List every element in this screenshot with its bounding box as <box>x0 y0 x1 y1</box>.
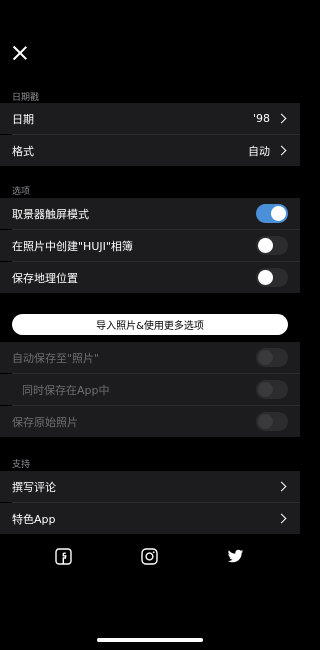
format-label: 格式 <box>12 144 34 158</box>
close-icon[interactable] <box>12 45 28 61</box>
also-save-app-row: 同时保存在App中 <box>0 374 300 405</box>
save-location-label: 保存地理位置 <box>12 271 78 285</box>
also-save-app-label: 同时保存在App中 <box>22 383 110 397</box>
chevron-right-icon <box>276 481 287 492</box>
featured-apps-label: 特色App <box>12 512 56 526</box>
section-label-date-stamp: 日期戳 <box>12 93 40 103</box>
chevron-right-icon <box>276 513 287 524</box>
write-review-row[interactable]: 撰写评论 <box>0 471 300 502</box>
instagram-icon[interactable] <box>141 548 158 565</box>
save-original-row: 保存原始照片 <box>0 406 300 437</box>
toggle-knob <box>258 350 273 365</box>
create-album-toggle[interactable] <box>256 236 288 255</box>
create-album-label: 在照片中创建"HUJI"相簿 <box>12 239 133 253</box>
save-original-label: 保存原始照片 <box>12 415 78 429</box>
section-label-options: 选项 <box>12 187 31 197</box>
home-indicator[interactable] <box>97 638 203 642</box>
import-photos-button[interactable]: 导入照片&使用更多选项 <box>12 314 288 335</box>
also-save-app-toggle[interactable] <box>256 380 288 399</box>
chevron-right-icon <box>276 145 287 156</box>
toggle-knob <box>258 270 273 285</box>
toggle-knob <box>258 414 273 429</box>
toggle-knob <box>258 382 273 397</box>
save-location-row: 保存地理位置 <box>0 262 300 293</box>
autosave-toggle[interactable] <box>256 348 288 367</box>
toggle-knob <box>271 206 286 221</box>
toggle-knob <box>258 238 273 253</box>
twitter-icon[interactable] <box>227 548 244 565</box>
chevron-right-icon <box>276 113 287 124</box>
date-row[interactable]: 日期 '98 <box>0 103 300 134</box>
write-review-label: 撰写评论 <box>12 480 56 494</box>
viewfinder-touch-toggle[interactable] <box>256 204 288 223</box>
section-label-support: 支持 <box>12 460 31 470</box>
save-location-toggle[interactable] <box>256 268 288 287</box>
date-label: 日期 <box>12 112 34 126</box>
create-album-row: 在照片中创建"HUJI"相簿 <box>0 230 300 261</box>
autosave-row: 自动保存至"照片" <box>0 342 300 373</box>
viewfinder-touch-row: 取景器触屏模式 <box>0 198 300 229</box>
format-row[interactable]: 格式 自动 <box>0 135 300 166</box>
facebook-icon[interactable] <box>55 548 72 565</box>
format-value: 自动 <box>248 144 270 158</box>
viewfinder-touch-label: 取景器触屏模式 <box>12 207 89 221</box>
autosave-label: 自动保存至"照片" <box>12 351 100 365</box>
date-value: '98 <box>252 112 270 125</box>
featured-apps-row[interactable]: 特色App <box>0 503 300 534</box>
social-links <box>0 548 300 570</box>
save-original-toggle[interactable] <box>256 412 288 431</box>
